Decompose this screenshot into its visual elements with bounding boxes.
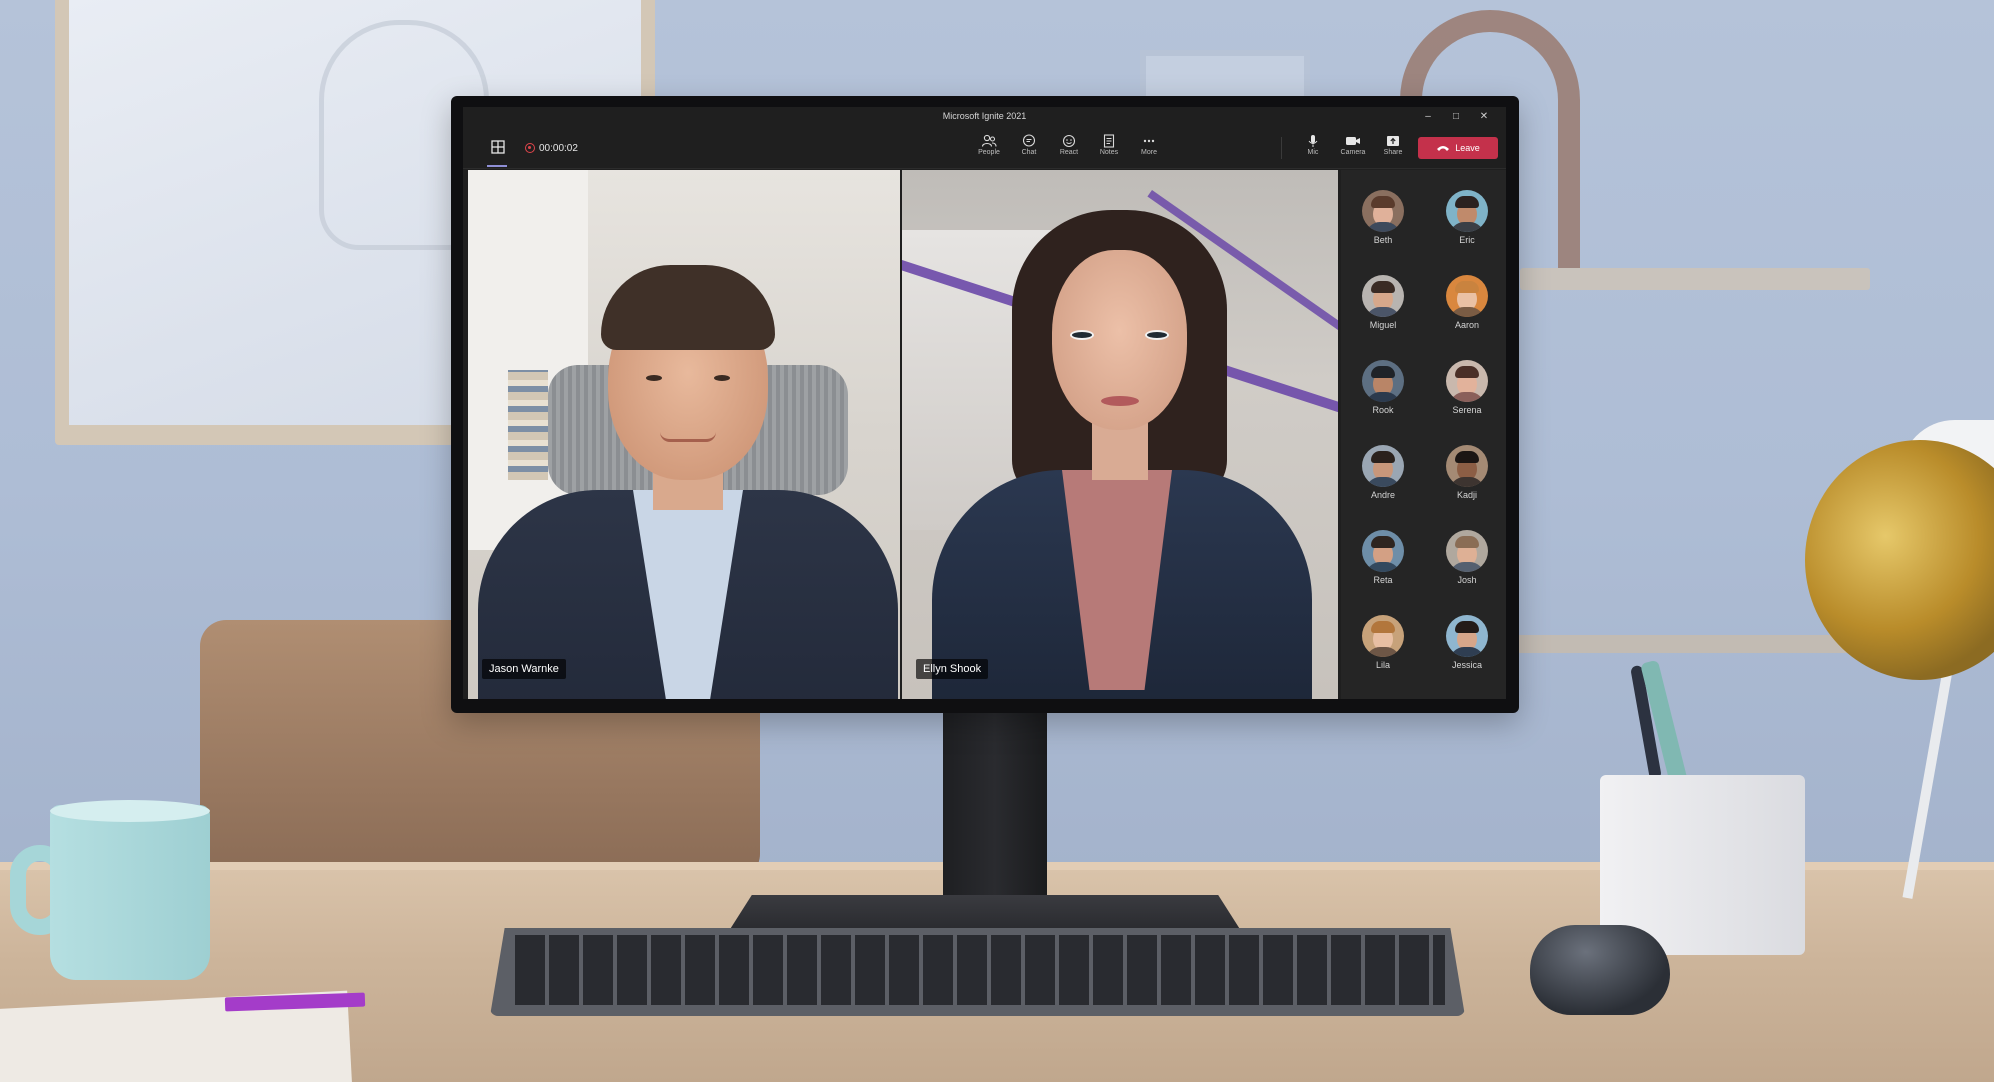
participant-item[interactable]: Beth (1353, 190, 1413, 245)
maximize-icon[interactable]: □ (1442, 109, 1470, 125)
wall-shelf (1520, 268, 1870, 290)
more-button[interactable]: More (1131, 132, 1167, 164)
share-button[interactable]: Share (1375, 132, 1411, 164)
participants-panel: Beth Eric Miguel Aaron Rook Serena Andre… (1341, 170, 1506, 699)
participant-item[interactable]: Jessica (1437, 615, 1497, 670)
share-label: Share (1383, 149, 1403, 156)
mic-label: Mic (1307, 149, 1319, 156)
mic-icon (1308, 135, 1318, 147)
participant-item[interactable]: Josh (1437, 530, 1497, 585)
avatar (1362, 360, 1404, 402)
participant-item[interactable]: Eric (1437, 190, 1497, 245)
mug-rim (50, 800, 210, 822)
active-view-indicator (487, 165, 507, 167)
meeting-toolbar: 00:00:02 People Chat React Notes More Mi… (463, 127, 1506, 169)
participant-item[interactable]: Kadji (1437, 445, 1497, 500)
notes-label: Notes (1099, 149, 1119, 156)
video-tile-right[interactable]: Ellyn Shook (902, 170, 1338, 699)
participant-name: Eric (1459, 235, 1475, 245)
avatar (1446, 445, 1488, 487)
participant-item[interactable]: Reta (1353, 530, 1413, 585)
participant-eye-left (646, 375, 662, 381)
recording-timer: 00:00:02 (525, 141, 578, 155)
title-bar: Microsoft Ignite 2021 – □ ✕ (463, 107, 1506, 127)
hang-up-icon (1437, 146, 1450, 151)
react-button[interactable]: React (1051, 132, 1087, 164)
participant-name: Lila (1375, 660, 1390, 670)
keyboard-keys (515, 935, 1445, 1005)
minimize-icon[interactable]: – (1414, 109, 1442, 125)
participant-item[interactable]: Miguel (1353, 275, 1413, 330)
camera-button[interactable]: Camera (1335, 132, 1371, 164)
chat-button[interactable]: Chat (1011, 132, 1047, 164)
mouse (1530, 925, 1670, 1015)
camera-icon (1346, 137, 1360, 145)
avatar-mouth (1101, 396, 1139, 406)
notes-button[interactable]: Notes (1091, 132, 1127, 164)
participant-item[interactable]: Serena (1437, 360, 1497, 415)
participant-name: Jessica (1451, 660, 1482, 670)
camera-label: Camera (1340, 149, 1366, 156)
leave-label: Leave (1455, 143, 1480, 153)
participant-name-tag: Jason Warnke (482, 659, 566, 679)
wall-shelf-lower (1500, 635, 1880, 653)
participant-item[interactable]: Lila (1353, 615, 1413, 670)
avatar (1362, 275, 1404, 317)
avatar-eye-left (1070, 330, 1094, 340)
avatar (1362, 190, 1404, 232)
mic-button[interactable]: Mic (1295, 132, 1331, 164)
people-label: People (978, 149, 1000, 156)
people-icon (981, 134, 997, 147)
more-label: More (1141, 149, 1157, 156)
participant-hair (601, 265, 775, 350)
window-title: Microsoft Ignite 2021 (942, 111, 1027, 121)
avatar-eye-right (1145, 330, 1169, 340)
share-icon (1387, 136, 1399, 146)
gallery-view-button[interactable] (485, 135, 511, 161)
toolbar-divider (1281, 137, 1282, 159)
participant-item[interactable]: Andre (1353, 445, 1413, 500)
participant-name: Beth (1373, 235, 1393, 245)
participant-name: Aaron (1454, 320, 1480, 330)
timer-text: 00:00:02 (539, 142, 578, 154)
chat-label: Chat (1021, 149, 1037, 156)
react-icon (1062, 134, 1076, 148)
grid-icon (491, 140, 505, 154)
recording-icon (525, 143, 535, 153)
participant-name: Reta (1373, 575, 1393, 585)
participant-name: Rook (1372, 405, 1394, 415)
avatar (1446, 360, 1488, 402)
avatar (1446, 530, 1488, 572)
avatar-name-tag: Ellyn Shook (916, 659, 989, 679)
participant-name: Kadji (1456, 490, 1477, 500)
teams-window: Microsoft Ignite 2021 – □ ✕ 00:00:02 Peo… (463, 107, 1506, 699)
more-icon (1143, 139, 1155, 143)
react-label: React (1059, 149, 1079, 156)
participant-eye-right (714, 375, 730, 381)
avatar (1362, 615, 1404, 657)
avatar (1362, 445, 1404, 487)
notes-icon (1103, 134, 1115, 148)
participant-item[interactable]: Rook (1353, 360, 1413, 415)
participant-name: Miguel (1369, 320, 1397, 330)
avatar (1446, 615, 1488, 657)
participant-item[interactable]: Aaron (1437, 275, 1497, 330)
participant-name: Andre (1370, 490, 1396, 500)
video-tile-left[interactable]: Jason Warnke (468, 170, 900, 699)
avatar (1446, 190, 1488, 232)
participant-name: Josh (1457, 575, 1477, 585)
leave-button[interactable]: Leave (1418, 137, 1498, 159)
background-books (508, 370, 548, 480)
people-button[interactable]: People (971, 132, 1007, 164)
avatar (1362, 530, 1404, 572)
close-icon[interactable]: ✕ (1470, 109, 1498, 125)
participant-mouth (660, 432, 716, 442)
mug (50, 805, 210, 980)
monitor-stand (943, 710, 1047, 910)
participant-name: Serena (1452, 405, 1482, 415)
avatar (1446, 275, 1488, 317)
chat-icon (1022, 134, 1036, 147)
